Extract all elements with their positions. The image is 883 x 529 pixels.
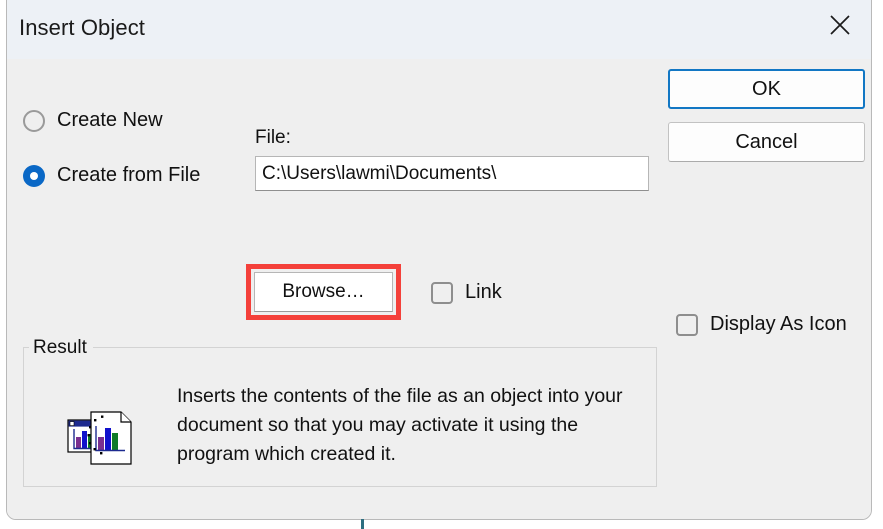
checkbox-unchecked-icon (676, 313, 698, 336)
close-icon[interactable] (817, 3, 863, 47)
insert-object-dialog: Insert Object Create New Create from Fil… (6, 0, 872, 520)
radio-create-new-label: Create New (57, 109, 163, 131)
checkbox-display-as-icon[interactable]: Display As Icon (676, 313, 847, 336)
bottom-edge-marker (361, 519, 364, 529)
result-groupbox-legend: Result (29, 337, 93, 359)
radio-unselected-icon (23, 109, 45, 132)
checkbox-link[interactable]: Link (431, 281, 502, 304)
result-description: Inserts the contents of the file as an o… (177, 385, 623, 465)
document-chart-icon (65, 402, 137, 474)
checkbox-link-label: Link (465, 281, 502, 303)
checkbox-unchecked-icon (431, 281, 453, 304)
cancel-button[interactable]: Cancel (668, 122, 865, 162)
browse-button[interactable]: Browse… (254, 272, 393, 312)
dialog-titlebar: Insert Object (7, 0, 871, 59)
file-label: File: (255, 127, 291, 148)
radio-create-from-file-label: Create from File (57, 164, 201, 186)
file-path-input[interactable]: C:\Users\lawmi\Documents\ (255, 156, 649, 191)
radio-create-from-file[interactable]: Create from File (23, 164, 200, 187)
radio-create-new[interactable]: Create New (23, 109, 163, 132)
radio-selected-icon (23, 164, 45, 187)
dialog-title: Insert Object (19, 15, 146, 40)
dialog-body: Create New Create from File File: C:\Use… (7, 59, 871, 519)
ok-button[interactable]: OK (668, 69, 865, 109)
checkbox-display-as-icon-label: Display As Icon (710, 313, 847, 335)
